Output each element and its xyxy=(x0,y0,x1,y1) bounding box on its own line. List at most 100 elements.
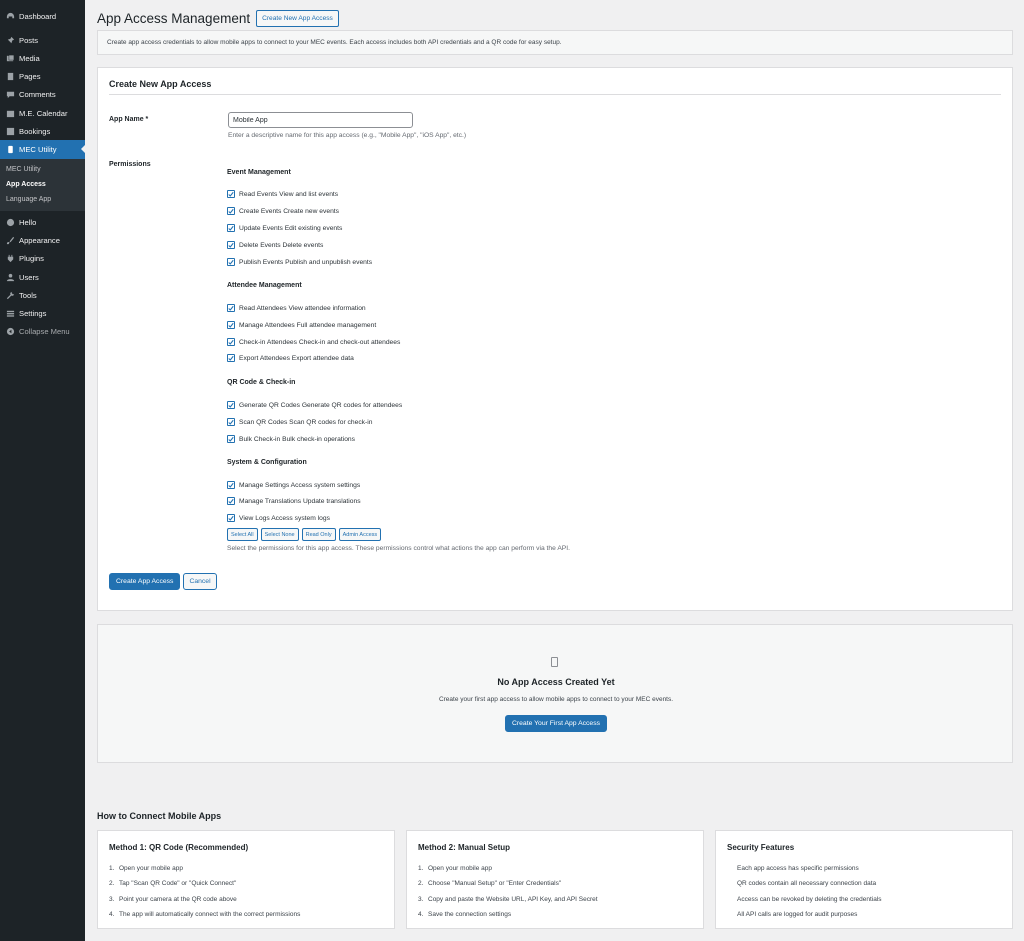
howto-steps: 1. Open your mobile app 2. Choose "Manual … xyxy=(418,861,598,922)
perm-scan-qr[interactable]: Scan QR Codes Scan QR codes for check-in xyxy=(227,418,372,426)
step-number: 2. xyxy=(418,880,424,888)
media-icon xyxy=(5,53,15,63)
menu-item-settings[interactable]: Settings xyxy=(0,304,85,322)
menu-item-dashboard[interactable]: Dashboard xyxy=(0,7,85,25)
menu-item-pages[interactable]: Pages xyxy=(0,68,85,86)
perm-delete-events[interactable]: Delete Events Delete events xyxy=(227,241,323,249)
perm-view-logs[interactable]: View Logs Access system logs xyxy=(227,514,330,522)
cancel-button[interactable]: Cancel xyxy=(183,573,217,590)
read-only-button[interactable]: Read Only xyxy=(301,528,336,541)
checkbox[interactable] xyxy=(227,190,235,198)
menu-label: Collapse Menu xyxy=(19,327,70,337)
howto-card-security: Security Features Each app access has sp… xyxy=(715,830,1013,929)
menu-label: Media xyxy=(19,53,40,63)
list-item: 2. Tap "Scan QR Code" or "Quick Connect" xyxy=(109,876,300,891)
step-text: Tap "Scan QR Code" or "Quick Connect" xyxy=(119,880,237,888)
empty-state-actions: Create Your First App Access xyxy=(98,715,1014,732)
perm-label: Update Events Edit existing events xyxy=(239,224,343,232)
step-text: Open your mobile app xyxy=(428,865,492,873)
menu-item-users[interactable]: Users xyxy=(0,268,85,286)
menu-item-me-calendar[interactable]: M.E. Calendar xyxy=(0,104,85,122)
checkbox[interactable] xyxy=(227,354,235,362)
create-first-app-access-button[interactable]: Create Your First App Access xyxy=(504,715,608,732)
checkbox[interactable] xyxy=(227,338,235,346)
list-item: 1. Open your mobile app xyxy=(109,861,300,876)
list-item: 3. Copy and paste the Website URL, API Ke… xyxy=(418,892,598,907)
menu-item-tools[interactable]: Tools xyxy=(0,286,85,304)
checkbox[interactable] xyxy=(227,258,235,266)
form-card-title: Create New App Access xyxy=(109,79,212,89)
perm-label: Bulk Check-in Bulk check-in operations xyxy=(239,435,355,443)
perm-manage-attendees[interactable]: Manage Attendees Full attendee managemen… xyxy=(227,321,376,329)
calendar-icon xyxy=(5,108,15,118)
perm-checkin-attendees[interactable]: Check-in Attendees Check-in and check-ou… xyxy=(227,338,400,346)
menu-label: Posts xyxy=(19,35,38,45)
admin-sidebar: Dashboard Posts Media Pages Comments M.E… xyxy=(0,0,85,941)
select-all-button[interactable]: Select All xyxy=(227,528,258,541)
admin-access-button[interactable]: Admin Access xyxy=(338,528,382,541)
perm-label: Delete Events Delete events xyxy=(239,241,324,249)
menu-item-appearance[interactable]: Appearance xyxy=(0,232,85,250)
group-title-system-configuration: System & Configuration xyxy=(227,459,307,466)
checkbox[interactable] xyxy=(227,514,235,522)
select-none-button[interactable]: Select None xyxy=(260,528,299,541)
create-new-app-access-button[interactable]: Create New App Access xyxy=(256,10,339,27)
app-name-input[interactable] xyxy=(228,112,413,128)
perm-create-events[interactable]: Create Events Create new events xyxy=(227,207,339,215)
list-item: QR codes contain all necessary connectio… xyxy=(737,880,877,888)
submenu-item-app-access[interactable]: App Access xyxy=(0,177,85,192)
howto-card-title: Method 1: QR Code (Recommended) xyxy=(109,843,249,852)
group-title-qr-checkin: QR Code & Check-in xyxy=(227,379,296,386)
checkbox[interactable] xyxy=(227,224,235,232)
settings-icon xyxy=(5,309,15,319)
checkbox[interactable] xyxy=(227,497,235,505)
step-text: Copy and paste the Website URL, API Key,… xyxy=(428,895,598,903)
menu-item-plugins[interactable]: Plugins xyxy=(0,250,85,268)
step-text: Point your camera at the QR code above xyxy=(119,895,237,903)
menu-label: Bookings xyxy=(19,126,51,136)
perm-manage-translations[interactable]: Manage Translations Update translations xyxy=(227,497,361,505)
perm-read-attendees[interactable]: Read Attendees View attendee information xyxy=(227,304,366,312)
perm-export-attendees[interactable]: Export Attendees Export attendee data xyxy=(227,354,354,362)
notice-text: Create app access credentials to allow m… xyxy=(107,39,562,46)
perm-bulk-checkin[interactable]: Bulk Check-in Bulk check-in operations xyxy=(227,435,355,443)
pages-icon xyxy=(5,72,15,82)
menu-item-media[interactable]: Media xyxy=(0,49,85,67)
menu-item-comments[interactable]: Comments xyxy=(0,86,85,104)
menu-item-bookings[interactable]: Bookings xyxy=(0,122,85,140)
menu-item-hello[interactable]: Hello xyxy=(0,214,85,232)
checkbox[interactable] xyxy=(227,418,235,426)
perm-label: Read Events View and list events xyxy=(239,190,339,198)
submenu-item-mec-utility[interactable]: MEC Utility xyxy=(0,162,85,177)
group-title-attendee-management: Attendee Management xyxy=(227,282,302,289)
menu-item-posts[interactable]: Posts xyxy=(0,31,85,49)
checkbox[interactable] xyxy=(227,401,235,409)
create-app-access-button[interactable]: Create App Access xyxy=(109,573,181,590)
divider xyxy=(109,94,1001,95)
checkbox[interactable] xyxy=(227,435,235,443)
menu-label: Pages xyxy=(19,72,41,82)
permissions-description: Select the permissions for this app acce… xyxy=(227,545,570,552)
step-text: The app will automatically connect with … xyxy=(119,911,301,919)
perm-read-events[interactable]: Read Events View and list events xyxy=(227,190,338,198)
step-number: 4. xyxy=(109,911,115,919)
checkbox[interactable] xyxy=(227,481,235,489)
empty-state-subtitle: Create your first app access to allow mo… xyxy=(438,696,674,703)
menu-label: Appearance xyxy=(19,236,60,246)
collapse-menu-button[interactable]: Collapse Menu xyxy=(0,323,85,341)
checkbox[interactable] xyxy=(227,304,235,312)
checkbox[interactable] xyxy=(227,241,235,249)
perm-label: View Logs Access system logs xyxy=(239,514,330,522)
perm-publish-events[interactable]: Publish Events Publish and unpublish eve… xyxy=(227,258,372,266)
perm-generate-qr[interactable]: Generate QR Codes Generate QR codes for … xyxy=(227,401,402,409)
submenu-item-language-app[interactable]: Language App xyxy=(0,192,85,207)
perm-manage-settings[interactable]: Manage Settings Access system settings xyxy=(227,481,360,489)
perm-label: Read Attendees View attendee information xyxy=(239,304,366,312)
menu-item-mec-utility[interactable]: MEC Utility xyxy=(0,140,85,159)
checkbox[interactable] xyxy=(227,207,235,215)
checkbox[interactable] xyxy=(227,321,235,329)
dashboard-icon xyxy=(5,11,15,21)
wrench-icon xyxy=(5,290,15,300)
perm-update-events[interactable]: Update Events Edit existing events xyxy=(227,224,342,232)
empty-state-title: No App Access Created Yet xyxy=(497,677,615,687)
